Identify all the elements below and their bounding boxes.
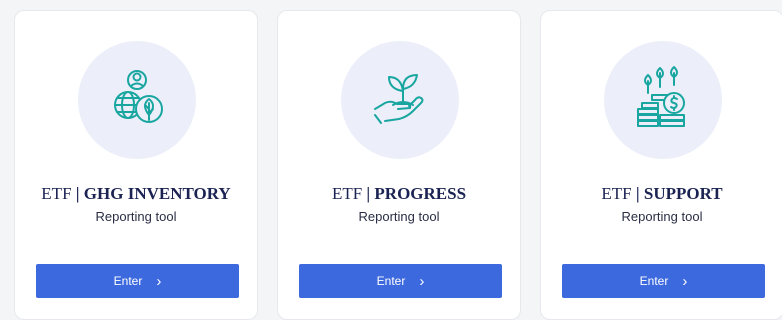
- chevron-right-icon: ›: [419, 272, 425, 290]
- card-subtitle: Reporting tool: [95, 209, 177, 224]
- chevron-right-icon: ›: [682, 272, 688, 290]
- icon-badge: [604, 41, 722, 159]
- enter-button[interactable]: Enter ›: [36, 264, 239, 298]
- card-subtitle: Reporting tool: [358, 209, 440, 224]
- icon-badge: [341, 41, 459, 159]
- enter-button[interactable]: Enter ›: [562, 264, 765, 298]
- chevron-right-icon: ›: [156, 272, 162, 290]
- enter-button-label: Enter: [376, 274, 406, 288]
- icon-badge: [78, 41, 196, 159]
- card-progress: ETF | PROGRESS Reporting tool Enter ›: [277, 10, 521, 320]
- card-title-name: PROGRESS: [374, 184, 467, 203]
- card-title: ETF | PROGRESS: [331, 184, 467, 203]
- card-support: ETF | SUPPORT Reporting tool Enter ›: [540, 10, 782, 320]
- enter-button-label: Enter: [639, 274, 669, 288]
- hand-sprout-icon: [367, 65, 433, 136]
- globe-user-leaf-icon: [104, 65, 170, 136]
- card-title: ETF | SUPPORT: [601, 184, 723, 203]
- enter-button[interactable]: Enter ›: [299, 264, 502, 298]
- card-title-name: SUPPORT: [643, 184, 723, 203]
- coins-plants-icon: [630, 65, 696, 136]
- card-title-name: GHG INVENTORY: [83, 184, 231, 203]
- card-ghg-inventory: ETF | GHG INVENTORY Reporting tool Enter…: [14, 10, 258, 320]
- card-title: ETF | GHG INVENTORY: [41, 184, 231, 203]
- card-subtitle: Reporting tool: [621, 209, 703, 224]
- enter-button-label: Enter: [113, 274, 143, 288]
